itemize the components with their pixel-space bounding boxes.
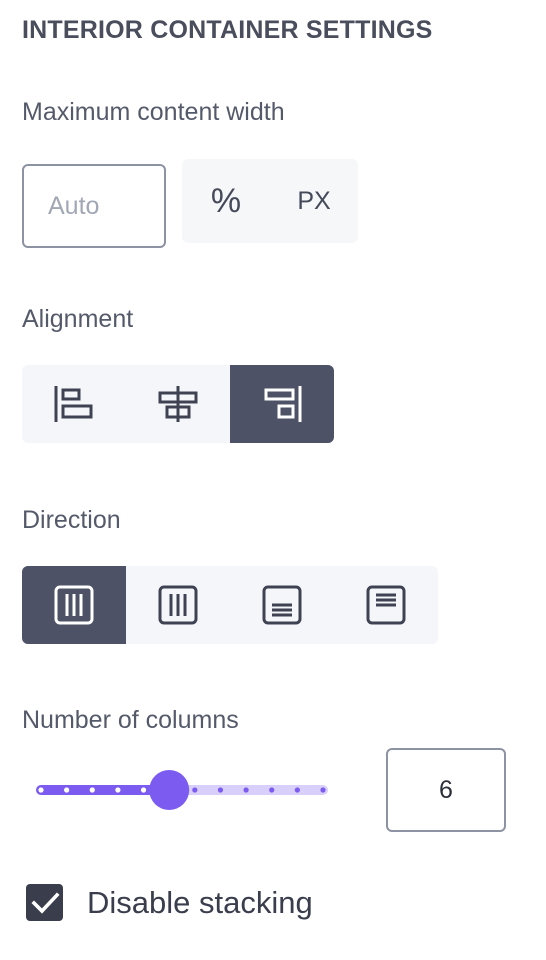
slider-tick	[269, 787, 275, 793]
checkmark-icon	[30, 891, 60, 914]
slider-tick	[320, 787, 326, 793]
align-center-icon	[158, 386, 198, 422]
slider-tick	[64, 787, 70, 793]
slider-tick	[217, 787, 224, 793]
align-left-button[interactable]	[22, 365, 126, 443]
align-right-icon	[264, 386, 302, 422]
slider-tick	[89, 787, 95, 793]
slider-thumb[interactable]	[149, 770, 190, 810]
slider-tick	[38, 787, 44, 793]
unit-toggle-group: % PX	[182, 159, 358, 243]
disable-stacking-checkbox[interactable]	[26, 884, 63, 921]
slider-tick	[115, 787, 121, 793]
slider-tick	[192, 787, 198, 793]
unit-px-button[interactable]: PX	[270, 159, 358, 243]
slider-tick	[294, 787, 300, 793]
columns-slider[interactable]	[36, 768, 328, 812]
disable-stacking-label: Disable stacking	[87, 884, 313, 920]
columns-number-input[interactable]	[386, 748, 506, 832]
direction-label: Direction	[22, 506, 121, 534]
align-left-icon	[54, 386, 93, 422]
direction-ttb-button[interactable]	[230, 566, 334, 644]
alignment-group	[22, 365, 334, 443]
disable-stacking-row[interactable]: Disable stacking	[26, 884, 313, 921]
max-width-input[interactable]	[22, 164, 166, 248]
align-right-button[interactable]	[230, 365, 334, 443]
columns-left-to-right-icon	[54, 585, 94, 625]
max-width-label: Maximum content width	[22, 98, 285, 126]
section-title: INTERIOR CONTAINER SETTINGS	[22, 16, 433, 44]
direction-btt-button[interactable]	[334, 566, 438, 644]
rows-top-to-bottom-icon	[262, 585, 302, 625]
direction-ltr-button[interactable]	[22, 566, 126, 644]
direction-group	[22, 566, 438, 644]
alignment-label: Alignment	[22, 305, 134, 333]
rows-bottom-to-top-icon	[366, 585, 406, 625]
align-center-button[interactable]	[126, 365, 230, 443]
columns-right-to-left-icon	[158, 585, 198, 625]
slider-tick	[140, 787, 147, 793]
direction-rtl-button[interactable]	[126, 566, 230, 644]
slider-tick	[243, 787, 249, 793]
unit-percent-button[interactable]: %	[182, 159, 270, 243]
columns-label: Number of columns	[22, 706, 239, 734]
interior-container-settings-panel: INTERIOR CONTAINER SETTINGS Maximum cont…	[0, 0, 546, 960]
